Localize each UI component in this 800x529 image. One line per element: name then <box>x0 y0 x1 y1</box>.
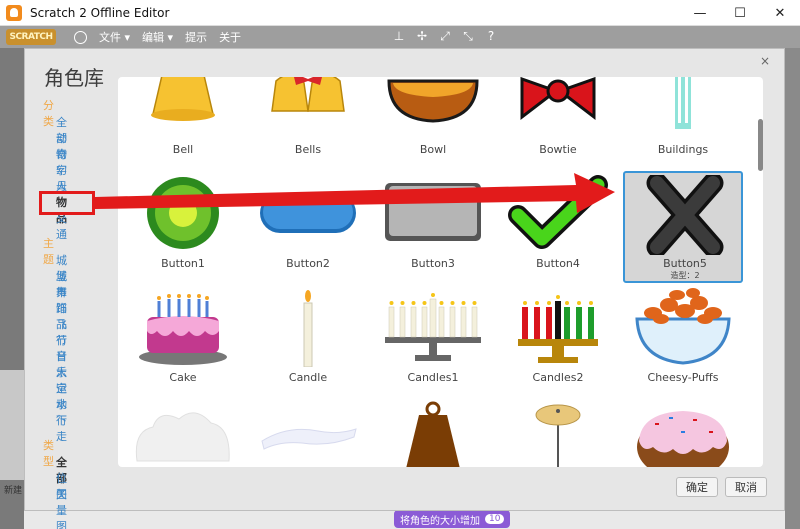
sprite-name: Button2 <box>286 257 330 270</box>
cowbell-icon <box>406 401 460 467</box>
menu-about[interactable]: 关于 <box>219 29 241 45</box>
type-heading: 类型 <box>43 439 54 468</box>
globe-icon[interactable] <box>74 30 87 44</box>
costume-count: 造型：2 <box>670 271 700 280</box>
sprite-tile[interactable]: Cheesy-Puffs <box>623 285 743 397</box>
theme-heading: 主题 <box>43 237 54 266</box>
sprite-library-dialog: 角色库 × 分类 全部 动物 奇幻 字母 人物 物品 交通 主题 城堡 城市 舞… <box>24 48 785 529</box>
dialog-title: 角色库 <box>44 66 104 90</box>
kinara-icon <box>518 295 598 363</box>
editor-background-right <box>785 48 800 529</box>
blue-button-icon <box>260 193 356 233</box>
sprite-name: Buildings <box>657 143 709 156</box>
gray-button-icon <box>385 183 481 241</box>
window-title: Scratch 2 Offline Editor <box>30 5 170 20</box>
sprite-tile[interactable] <box>498 399 618 467</box>
sprite-name: Bowl <box>419 143 447 156</box>
donut-icon <box>637 411 729 467</box>
sprite-tile[interactable]: Buildings <box>623 77 743 169</box>
sprite-name: Button3 <box>411 257 455 270</box>
bowtie-icon <box>520 77 596 121</box>
cloth-icon <box>261 428 357 450</box>
sprite-tile[interactable]: Bowtie <box>498 77 618 169</box>
bell-icon <box>151 77 215 121</box>
sprite-tile[interactable]: Bells <box>248 77 368 169</box>
bells-icon <box>271 77 345 112</box>
sprite-tile[interactable] <box>623 399 743 467</box>
candle-icon <box>303 290 313 367</box>
editor-background-panel <box>0 370 24 480</box>
minimize-button[interactable]: — <box>680 0 720 26</box>
buildings-icon <box>675 77 691 129</box>
sprite-name: Button4 <box>536 257 580 270</box>
sprite-tile[interactable]: Candles1 <box>373 285 493 397</box>
sprite-tile[interactable]: Bell <box>123 77 243 169</box>
grow-icon[interactable]: ⤢ <box>438 29 452 43</box>
window-title-bar: Scratch 2 Offline Editor — ☐ ✕ <box>0 0 800 26</box>
sprite-tile[interactable] <box>248 399 368 467</box>
cheesy-puffs-icon <box>635 288 731 365</box>
type-vector[interactable]: 矢量图 <box>56 486 67 529</box>
sprite-name: Candle <box>288 371 328 384</box>
scratch-logo[interactable]: SCRATCH <box>6 29 56 45</box>
maximize-button[interactable]: ☐ <box>720 0 760 26</box>
cut-icon[interactable]: ✢ <box>415 29 429 43</box>
sprite-tile[interactable]: Candle <box>248 285 368 397</box>
x-mark-icon <box>646 175 724 255</box>
scrollbar-thumb[interactable] <box>758 119 763 171</box>
sprite-tile-selected[interactable]: Button5 造型：2 <box>623 171 743 283</box>
sprite-tools: ⊥ ✢ ⤢ ⤡ ? <box>392 29 498 43</box>
sprite-tile[interactable]: Button3 <box>373 171 493 283</box>
menorah-icon <box>385 293 481 361</box>
sprite-tile[interactable] <box>123 399 243 467</box>
sprite-tile[interactable]: Button4 <box>498 171 618 283</box>
annotation-highlight-box <box>39 191 95 215</box>
close-icon[interactable]: × <box>760 54 770 68</box>
sprite-tile[interactable]: Cake <box>123 285 243 397</box>
sprite-grid-scrollbar[interactable] <box>758 77 763 467</box>
sprite-tile[interactable] <box>373 399 493 467</box>
sprite-name: Cheesy-Puffs <box>647 371 719 384</box>
scratch-menu-bar: SCRATCH 文件 ▾ 编辑 ▾ 提示 关于 ⊥ ✢ ⤢ ⤡ ? <box>0 26 800 48</box>
bowl-icon <box>387 79 479 123</box>
theme-walking[interactable]: 行走 <box>56 412 67 444</box>
checkmark-icon <box>508 175 608 249</box>
menu-file[interactable]: 文件 ▾ <box>99 29 130 45</box>
scratch-cat-icon <box>6 4 22 21</box>
window-controls: — ☐ ✕ <box>680 0 800 26</box>
category-heading: 分类 <box>43 99 54 128</box>
shrink-icon[interactable]: ⤡ <box>461 29 475 43</box>
stamp-icon[interactable]: ⊥ <box>392 29 406 43</box>
change-size-label: 将角色的大小增加 <box>400 515 480 527</box>
sprite-name: Candles2 <box>532 371 584 384</box>
cymbal-icon <box>535 404 581 467</box>
sprite-tile[interactable]: Button2 <box>248 171 368 283</box>
cake-icon <box>139 294 227 365</box>
sprite-name: Button1 <box>161 257 205 270</box>
green-button-icon <box>147 177 219 249</box>
sprite-name: Cake <box>169 371 197 384</box>
change-size-value: 10 <box>485 514 505 524</box>
change-size-block[interactable]: 将角色的大小增加 10 <box>394 510 511 528</box>
menu-tips[interactable]: 提示 <box>185 29 207 45</box>
new-sprite-label: 新建 <box>4 486 23 496</box>
help-icon[interactable]: ? <box>484 29 498 43</box>
sprite-name: Bowtie <box>539 143 577 156</box>
sprite-name: Button5 <box>663 257 707 270</box>
sprite-name: Bell <box>172 143 194 156</box>
close-window-button[interactable]: ✕ <box>760 0 800 26</box>
ok-button[interactable]: 确定 <box>676 477 718 497</box>
cloud-icon <box>135 412 230 462</box>
sprite-tile[interactable]: Button1 <box>123 171 243 283</box>
sprite-name: Bells <box>294 143 322 156</box>
menu-edit[interactable]: 编辑 ▾ <box>142 29 173 45</box>
sprite-grid: Bell Bells Bowl Bowtie Buildings Button1… <box>118 77 763 467</box>
sprite-tile[interactable]: Bowl <box>373 77 493 169</box>
sprite-tile[interactable]: Candles2 <box>498 285 618 397</box>
cancel-button[interactable]: 取消 <box>725 477 767 497</box>
sprite-name: Candles1 <box>407 371 459 384</box>
